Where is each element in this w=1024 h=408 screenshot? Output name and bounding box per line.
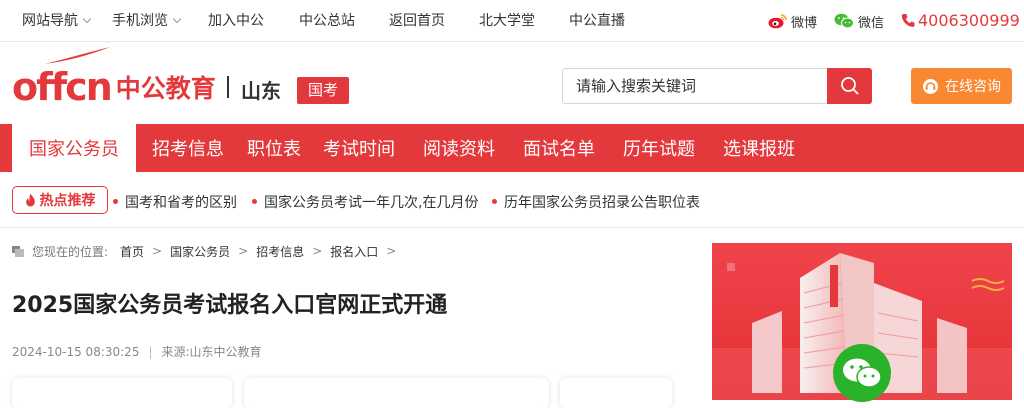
top-nav-home[interactable]: 返回首页 bbox=[389, 0, 445, 42]
breadcrumb-registration-entry[interactable]: 报名入口 bbox=[330, 243, 378, 260]
offcn-logo[interactable]: offcn 中公教育 bbox=[12, 47, 216, 106]
search-icon bbox=[840, 77, 859, 95]
top-nav-pku[interactable]: 北大学堂 bbox=[479, 0, 535, 42]
related-card[interactable] bbox=[560, 378, 672, 408]
breadcrumb-label: 您现在的位置: bbox=[32, 244, 109, 259]
breadcrumb-separator: > bbox=[312, 244, 323, 258]
hot-link[interactable]: 历年国家公务员招录公告职位表 bbox=[492, 192, 700, 212]
breadcrumb-home[interactable]: 首页 bbox=[120, 243, 144, 260]
wechat-link[interactable]: 微信 bbox=[834, 0, 884, 42]
breadcrumb-separator: > bbox=[152, 244, 163, 258]
top-nav-live[interactable]: 中公直播 bbox=[569, 0, 625, 42]
weibo-link[interactable]: 微博 bbox=[768, 0, 817, 42]
headset-icon bbox=[923, 78, 938, 94]
nav-item-reading-material[interactable]: 阅读资料 bbox=[423, 124, 495, 172]
breadcrumb-separator: > bbox=[238, 244, 249, 258]
nav-item-recruitment-info[interactable]: 招考信息 bbox=[152, 124, 224, 172]
wechat-icon bbox=[834, 13, 854, 29]
top-nav-join[interactable]: 加入中公 bbox=[208, 0, 264, 42]
province-label: 山东 bbox=[241, 79, 281, 103]
search-input[interactable] bbox=[576, 69, 826, 103]
hot-recommend-badge: 热点推荐 bbox=[12, 186, 108, 214]
breadcrumb-separator: > bbox=[386, 244, 397, 258]
hot-link[interactable]: 国考和省考的区别 bbox=[113, 192, 237, 212]
nav-item-interview-list[interactable]: 面试名单 bbox=[523, 124, 595, 172]
article-title: 2025国家公务员考试报名入口官网正式开通 bbox=[12, 293, 448, 318]
exam-tag: 国考 bbox=[297, 77, 349, 104]
search-button[interactable] bbox=[827, 68, 872, 104]
wechat-icon bbox=[843, 358, 882, 388]
breadcrumb-national-civil-servant[interactable]: 国家公务员 bbox=[170, 243, 230, 260]
hot-link[interactable]: 国家公务员考试一年几次,在几月份 bbox=[252, 192, 478, 212]
meta-divider: | bbox=[148, 345, 153, 359]
related-card[interactable] bbox=[244, 378, 549, 408]
article-date: 2024-10-15 08:30:25 bbox=[12, 345, 140, 359]
wechat-float-button[interactable] bbox=[833, 344, 891, 402]
top-nav-mobile[interactable]: 手机浏览 bbox=[112, 0, 182, 42]
top-nav-main-site[interactable]: 中公总站 bbox=[299, 0, 355, 42]
top-bar: 网站导航 手机浏览 加入中公 中公总站 返回首页 北大学堂 中公直播 微博 微信… bbox=[0, 0, 1024, 42]
article-source: 来源:山东中公教育 bbox=[161, 345, 262, 359]
logo-swoosh-icon bbox=[44, 47, 110, 64]
nav-item-exam-time[interactable]: 考试时间 bbox=[323, 124, 395, 172]
breadcrumb: 您现在的位置: 首页 > 国家公务员 > 招考信息 > 报名入口 > bbox=[12, 243, 404, 259]
online-consult-button[interactable]: 在线咨询 bbox=[911, 68, 1012, 104]
breadcrumb-recruitment-info[interactable]: 招考信息 bbox=[256, 243, 304, 260]
location-icon bbox=[12, 245, 24, 257]
top-nav-site-nav[interactable]: 网站导航 bbox=[22, 0, 92, 42]
chevron-down-icon bbox=[172, 14, 182, 24]
chevron-down-icon bbox=[82, 14, 92, 24]
nav-item-position-table[interactable]: 职位表 bbox=[247, 124, 301, 172]
article-meta: 2024-10-15 08:30:25 | 来源:山东中公教育 bbox=[12, 343, 262, 360]
flame-icon bbox=[25, 193, 35, 207]
weibo-icon bbox=[768, 14, 787, 29]
logo-divider bbox=[227, 76, 229, 98]
nav-item-past-papers[interactable]: 历年试题 bbox=[623, 124, 695, 172]
nav-item-national-civil-servant[interactable]: 国家公务员 bbox=[12, 124, 136, 172]
hotline: 4006300999 bbox=[901, 0, 1020, 42]
phone-icon bbox=[901, 14, 915, 27]
main-nav: 国家公务员 招考信息 职位表 考试时间 阅读资料 面试名单 历年试题 选课报班 bbox=[0, 124, 1024, 172]
nav-item-course-enroll[interactable]: 选课报班 bbox=[723, 124, 795, 172]
related-card[interactable] bbox=[12, 378, 232, 408]
search-box bbox=[562, 68, 872, 104]
hot-bar: 热点推荐 国考和省考的区别 国家公务员考试一年几次,在几月份 历年国家公务员招录… bbox=[0, 172, 1024, 228]
